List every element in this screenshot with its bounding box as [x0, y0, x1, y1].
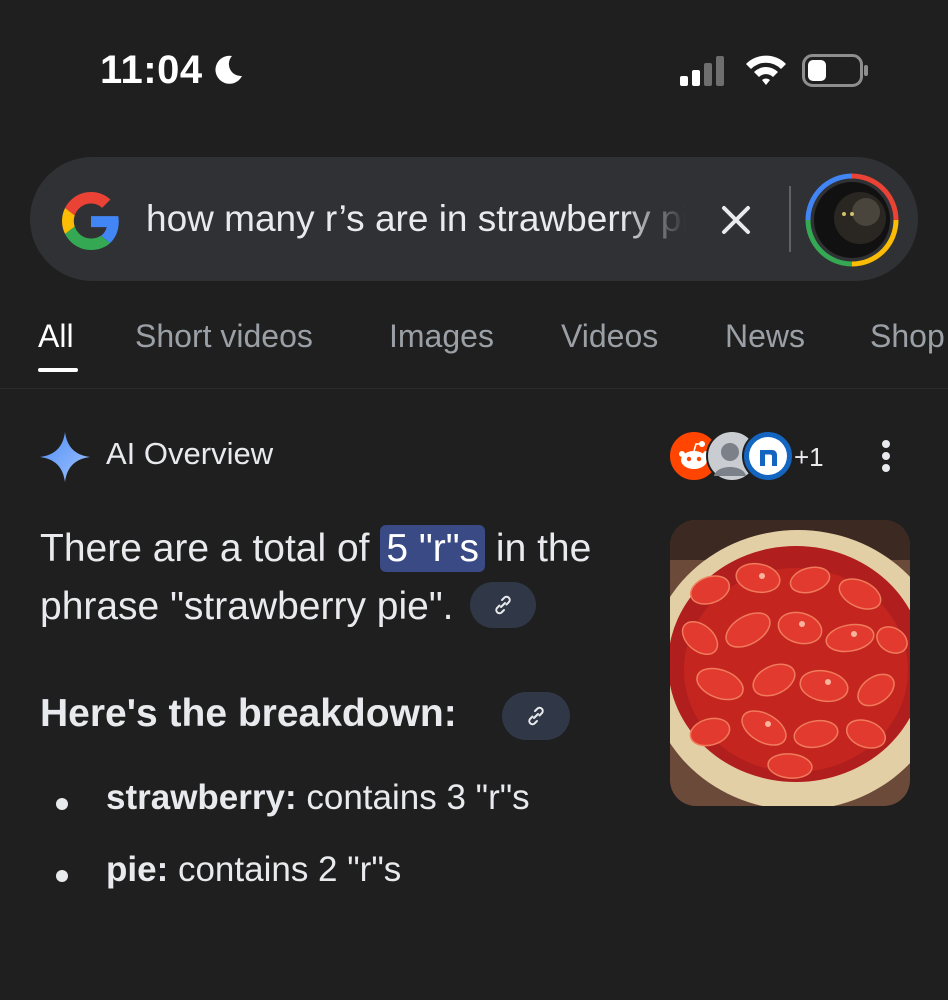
bullet-term: strawberry:: [106, 778, 297, 817]
answer-highlight: 5 "r"s: [380, 525, 486, 572]
bullet-detail: contains 2 "r"s: [168, 850, 402, 889]
sparkle-icon: [40, 432, 90, 482]
search-input[interactable]: how many r’s are in strawberry pie: [146, 198, 686, 246]
source-avatars[interactable]: [668, 430, 798, 482]
bullet-term: pie:: [106, 850, 169, 889]
ai-answer: There are a total of 5 "r"s in the phras…: [40, 520, 660, 636]
clear-icon[interactable]: [716, 200, 756, 240]
tab-videos[interactable]: Videos: [561, 318, 658, 355]
tabs-divider: [0, 388, 948, 389]
ai-overview-title: AI Overview: [106, 436, 274, 471]
wifi-icon: [746, 55, 786, 85]
tab-active-indicator: [38, 368, 78, 372]
bullet-detail: contains 3 "r"s: [296, 778, 530, 817]
sources-more-count[interactable]: +1: [794, 442, 824, 473]
search-divider: [789, 186, 791, 252]
more-vert-icon[interactable]: [872, 436, 900, 476]
strawberry-pie-image[interactable]: [670, 520, 910, 806]
bullet-dot: [56, 870, 68, 882]
tab-news[interactable]: News: [725, 318, 805, 355]
answer-prefix: There are a total of: [40, 527, 381, 570]
tab-all[interactable]: All: [38, 318, 74, 355]
source-link-chip[interactable]: [470, 581, 537, 628]
bullet-dot: [56, 798, 68, 810]
tab-shop[interactable]: Shop: [870, 318, 945, 355]
status-bar: 11:04: [0, 0, 948, 140]
clock: 11:04: [100, 48, 203, 92]
breakdown-heading: Here's the breakdown:: [40, 692, 457, 735]
google-logo-icon: [62, 192, 119, 250]
battery-icon: [802, 54, 868, 87]
tab-short-videos[interactable]: Short videos: [135, 318, 313, 355]
signal-icon: [680, 56, 724, 86]
tab-images[interactable]: Images: [389, 318, 494, 355]
n-source-icon: [742, 430, 794, 482]
link-icon: [528, 706, 544, 726]
breakdown-link-chip[interactable]: [502, 692, 570, 740]
moon-icon: [215, 55, 242, 84]
lens-avatar-icon[interactable]: [804, 172, 900, 268]
link-icon: [495, 595, 512, 614]
